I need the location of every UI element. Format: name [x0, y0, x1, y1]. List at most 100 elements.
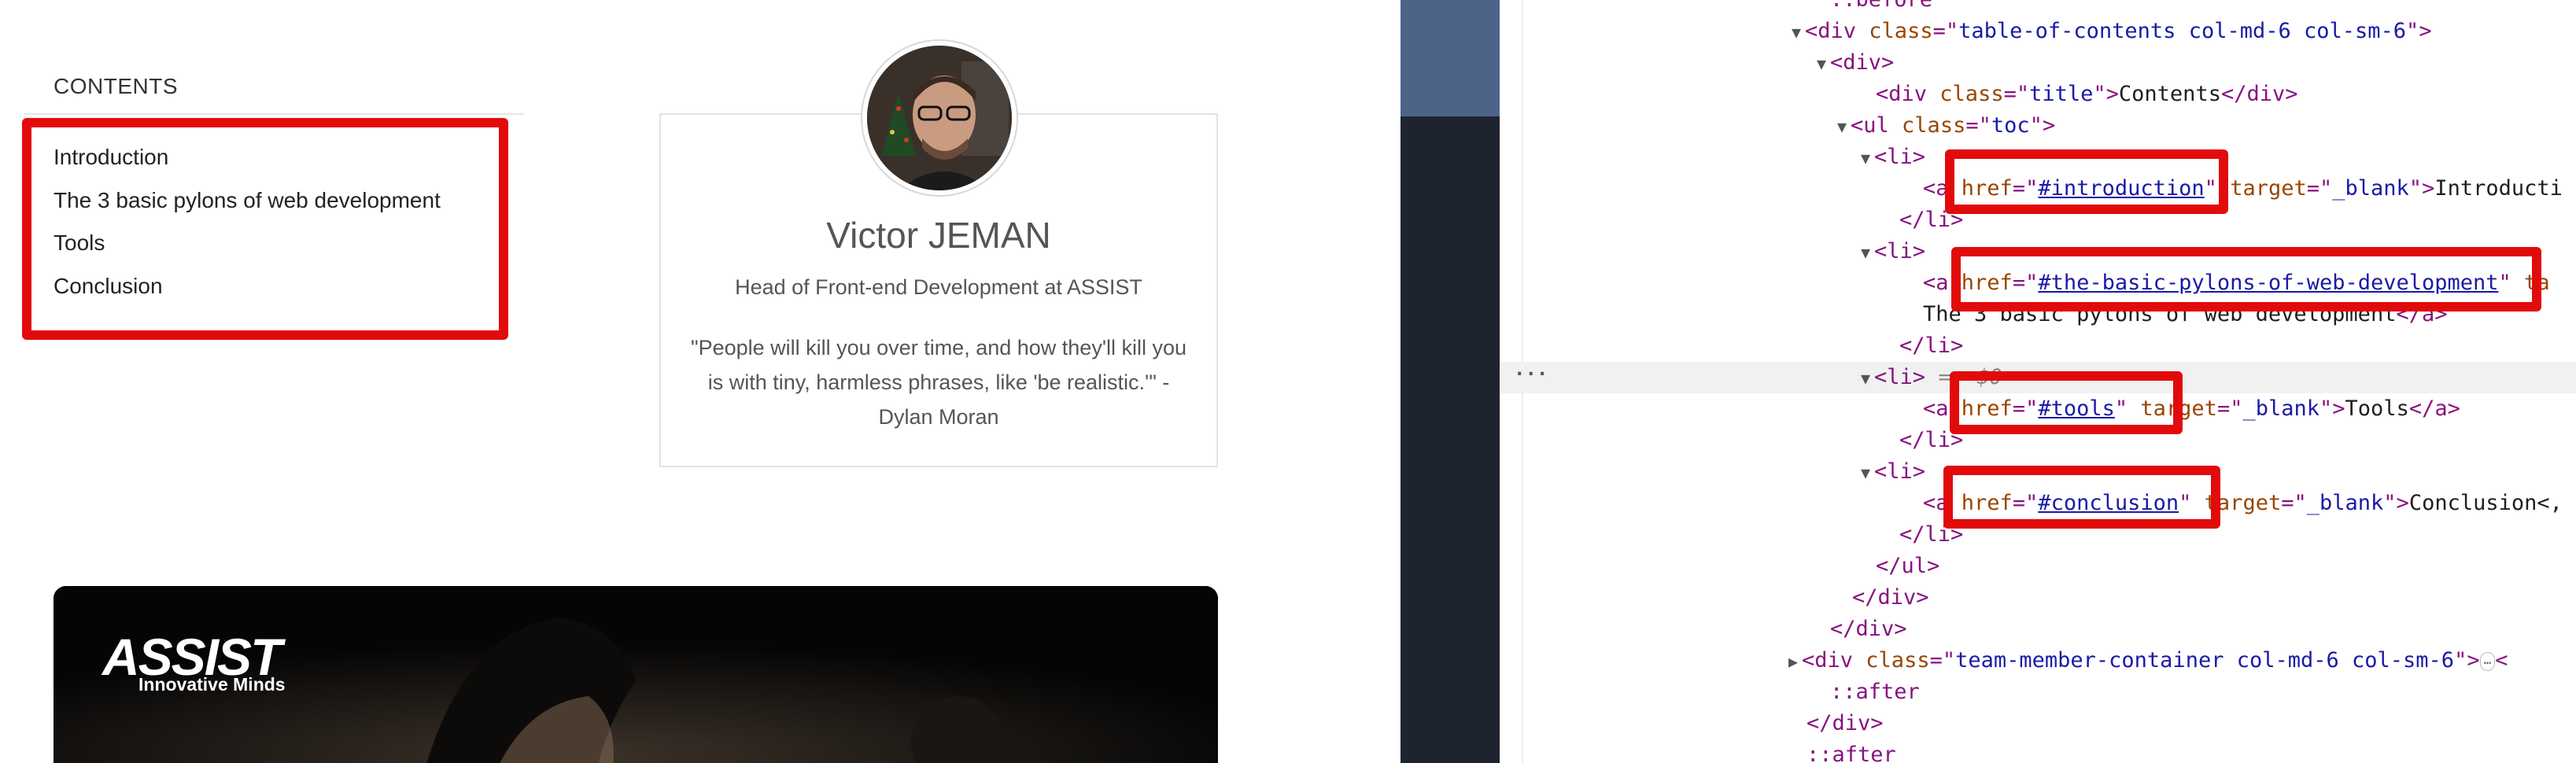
- toc-highlight-box: [22, 118, 508, 340]
- href-highlight-tools: [1950, 371, 2183, 434]
- attr-value: _blank: [2332, 176, 2409, 201]
- href-highlight-conclusion: [1943, 466, 2220, 529]
- tag-open: <ul: [1851, 113, 1889, 138]
- attr-value: _blank: [2242, 396, 2320, 421]
- tag-end: >: [2396, 491, 2409, 515]
- attr-quote: =": [2216, 396, 2243, 421]
- expand-triangle-icon[interactable]: ▶: [1784, 646, 1802, 677]
- collapse-triangle-icon[interactable]: ▼: [1857, 457, 1874, 488]
- attr-quote: ": [2454, 648, 2467, 673]
- text-node: Introducti: [2434, 176, 2563, 201]
- attr-value: team-member-container col-md-6 col-sm-6: [1955, 648, 2455, 673]
- toc-title: CONTENTS: [54, 74, 178, 98]
- text-node: Tools: [2345, 396, 2409, 421]
- tag-close: </a>: [2408, 396, 2460, 421]
- tag-close: </div>: [1852, 585, 1929, 610]
- tag-open: <div: [1830, 50, 1882, 75]
- attr-quote: ": [2406, 19, 2419, 43]
- text-node: Conclusion<,: [2408, 491, 2563, 515]
- tag-close: </div>: [1830, 617, 1907, 641]
- attr-quote: ": [2408, 176, 2423, 201]
- toc-divider: [24, 113, 524, 115]
- tag-open: <li: [1874, 459, 1913, 484]
- tag-end: >: [1912, 365, 1926, 389]
- dom-node-line[interactable]: ▼ <div>: [1500, 47, 2576, 79]
- pseudo-element: ::before: [1830, 0, 1932, 12]
- tag-end: >: [1881, 50, 1895, 75]
- attr-quote: ": [2320, 396, 2333, 421]
- member-name: Victor JEMAN: [826, 215, 1051, 256]
- attr-quote: ": [2383, 491, 2397, 515]
- dom-node-line[interactable]: ::after: [1500, 676, 2576, 708]
- dom-node-line[interactable]: ▶ <div class="team-member-container col-m…: [1500, 645, 2576, 676]
- tag-close: </ul>: [1876, 554, 1940, 578]
- attr-name: class: [1902, 113, 1966, 138]
- pseudo-element: ::after: [1807, 743, 1896, 763]
- collapse-triangle-icon[interactable]: ▼: [1857, 142, 1874, 174]
- attr-name: class: [1939, 82, 2004, 106]
- tag-open: <li: [1874, 365, 1913, 389]
- attr-quote: =": [1932, 19, 1959, 43]
- attr-quote: =": [1965, 113, 1991, 138]
- tag-close: </div>: [2220, 82, 2298, 106]
- tag-open: <a: [1923, 396, 1949, 421]
- attr-value: toc: [1991, 113, 2030, 138]
- dom-node-line[interactable]: ::before: [1500, 0, 2576, 16]
- href-highlight-introduction: [1945, 149, 2228, 214]
- tag-end: >: [2105, 82, 2119, 106]
- collapse-triangle-icon[interactable]: ▼: [1857, 363, 1874, 394]
- viewport-side-strip-top: [1401, 0, 1500, 116]
- tag-end: >: [2422, 176, 2435, 201]
- tag-open: <a: [1923, 271, 1949, 295]
- text-node: Contents: [2118, 82, 2221, 106]
- dom-node-line[interactable]: </ul>: [1500, 551, 2576, 582]
- href-highlight-basic-pylons: [1951, 247, 2541, 311]
- hero-image: ASSIST Innovative Minds: [54, 586, 1218, 763]
- attr-quote: ": [2093, 82, 2106, 106]
- member-role: Head of Front-end Development at ASSIST: [735, 275, 1142, 299]
- dom-node-line[interactable]: ▼ <ul class="toc">: [1500, 110, 2576, 142]
- tag-end: >: [2042, 113, 2056, 138]
- tag-end: >: [2467, 648, 2480, 673]
- attr-name: class: [1869, 19, 1933, 43]
- pseudo-element: ::after: [1830, 680, 1920, 704]
- tag-end: >: [1912, 459, 1926, 484]
- tag-end: >: [2419, 19, 2432, 43]
- dom-node-line[interactable]: </div>: [1500, 614, 2576, 645]
- attr-name: class: [1866, 648, 1930, 673]
- attr-value: table-of-contents col-md-6 col-sm-6: [1958, 19, 2407, 43]
- tag-open: <li: [1874, 145, 1913, 169]
- tag-end: >: [1912, 239, 1926, 264]
- dom-node-line[interactable]: </div>: [1500, 582, 2576, 614]
- more-options-icon[interactable]: ···: [1514, 363, 1548, 385]
- tag-open: <div: [1805, 19, 1857, 43]
- dom-node-line[interactable]: <div class="title">Contents</div>: [1500, 79, 2576, 110]
- tag-close: </div>: [1807, 711, 1884, 735]
- attr-quote: =": [2281, 491, 2307, 515]
- attr-name: target: [2230, 176, 2307, 201]
- dom-node-line[interactable]: </li>: [1500, 330, 2576, 362]
- tag-open: <li: [1874, 239, 1913, 264]
- tag-end: >: [1912, 145, 1926, 169]
- web-page: CONTENTS Introduction The 3 basic pylons…: [0, 0, 1401, 763]
- dom-node-line[interactable]: </div>: [1500, 708, 2576, 739]
- assist-tagline: Innovative Minds: [138, 674, 286, 695]
- collapse-triangle-icon[interactable]: ▼: [1857, 237, 1874, 268]
- member-quote: "People will kill you over time, and how…: [690, 336, 1187, 429]
- dom-node-line[interactable]: ::after: [1500, 739, 2576, 763]
- avatar-photo-icon: [867, 46, 1012, 190]
- attr-quote: =": [1929, 648, 1956, 673]
- attr-value: title: [2029, 82, 2094, 106]
- attr-quote: =": [2306, 176, 2333, 201]
- tag-end: >: [2332, 396, 2345, 421]
- tag-close: </li>: [1899, 334, 1964, 358]
- member-avatar: [862, 41, 1017, 195]
- tag-open: <div: [1876, 82, 1928, 106]
- collapse-triangle-icon[interactable]: ▼: [1813, 48, 1830, 79]
- attr-value: _blank: [2306, 491, 2384, 515]
- collapsed-children-ellipsis[interactable]: …: [2479, 651, 2496, 671]
- collapse-triangle-icon[interactable]: ▼: [1833, 111, 1851, 142]
- dom-node-line[interactable]: ▼ <div class="table-of-contents col-md-6 …: [1500, 16, 2576, 47]
- tag-open: <: [2495, 648, 2508, 673]
- collapse-triangle-icon[interactable]: ▼: [1788, 17, 1805, 48]
